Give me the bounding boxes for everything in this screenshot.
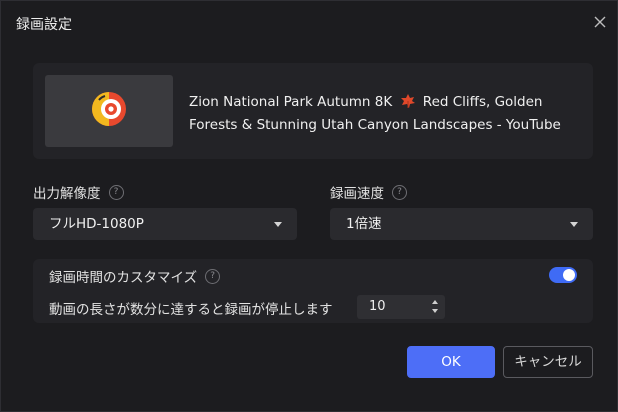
increment-icon[interactable] [432,300,438,304]
video-card: Zion National Park Autumn 8K Red Cliffs,… [33,63,593,159]
minutes-stepper[interactable]: 10 [357,295,445,319]
custom-time-panel: 録画時間のカスタマイズ ? 動画の長さが数分に達すると録画が停止します 10 [33,259,593,323]
stepper-arrows [432,299,440,315]
question-icon[interactable]: ? [108,184,124,200]
custom-time-label-text: 録画時間のカスタマイズ [49,270,198,286]
chevron-down-icon [274,222,282,227]
recorder-logo-icon [90,90,128,132]
speed-selected-value: 1倍速 [346,216,382,232]
decrement-icon[interactable] [432,309,438,313]
question-icon[interactable]: ? [205,268,221,284]
speed-label: 録画速度 ? [330,182,407,202]
maple-leaf-icon [400,93,416,115]
resolution-label-text: 出力解像度 [33,186,101,202]
video-title: Zion National Park Autumn 8K Red Cliffs,… [189,92,589,135]
toggle-knob [563,269,575,281]
resolution-selected-value: フルHD-1080P [49,216,144,232]
stop-duration-label: 動画の長さが数分に達すると録画が停止します [49,302,333,318]
resolution-select[interactable]: フルHD-1080P [33,208,297,240]
ok-button[interactable]: OK [407,346,495,378]
close-icon[interactable] [591,13,609,31]
custom-time-toggle[interactable] [549,267,577,283]
question-icon[interactable]: ? [392,184,407,200]
minutes-value[interactable]: 10 [369,295,386,319]
chevron-down-icon [570,222,578,227]
dialog-title: 録画設定 [16,17,72,33]
recording-settings-dialog: 録画設定 Zion National Park Autumn 8K Red Cl… [0,0,618,412]
speed-select[interactable]: 1倍速 [330,208,593,240]
video-thumbnail [45,75,173,147]
custom-time-label: 録画時間のカスタマイズ ? [49,266,221,286]
resolution-label: 出力解像度 ? [33,182,124,202]
speed-label-text: 録画速度 [330,186,384,202]
cancel-button[interactable]: キャンセル [503,346,593,378]
video-title-text: Zion National Park Autumn 8K [189,94,393,110]
